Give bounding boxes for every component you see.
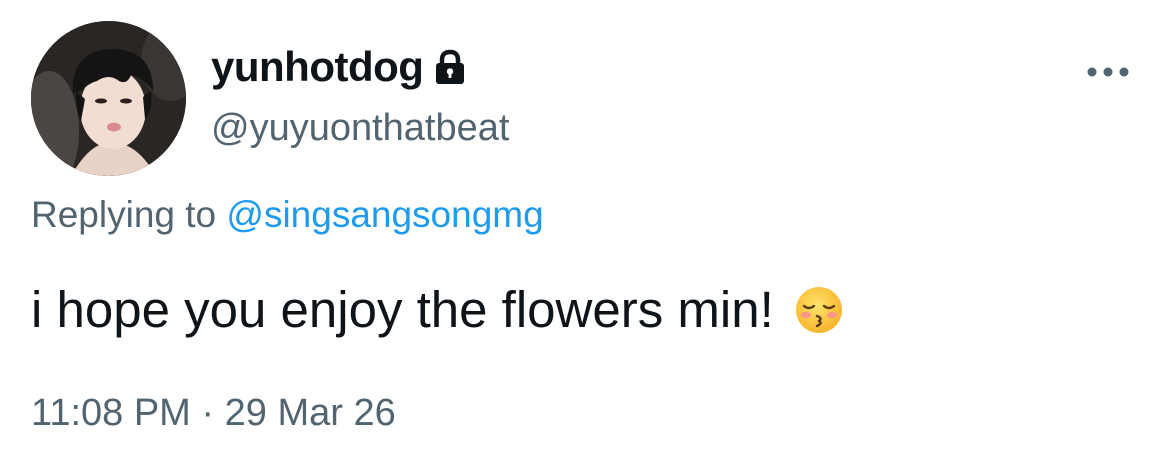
name-row: yunhotdog — [211, 40, 469, 94]
tweet-time: 11:08 PM — [31, 392, 191, 434]
replying-to-line: Replying to @singsangsongmg — [31, 194, 544, 236]
tweet-card: yunhotdog @yuyuonthatbeat Replying to @s… — [0, 0, 1170, 467]
more-options-button[interactable] — [1080, 55, 1136, 89]
avatar[interactable] — [31, 21, 186, 176]
more-horizontal-icon — [1087, 67, 1129, 77]
replying-to-label: Replying to — [31, 194, 217, 235]
tweet-text: i hope you enjoy the flowers min! — [31, 280, 844, 339]
reply-to-handle-link[interactable]: @singsangsongmg — [226, 194, 543, 235]
separator-dot: · — [201, 392, 215, 434]
tweet-body: i hope you enjoy the flowers min! — [31, 281, 774, 338]
user-handle[interactable]: @yuyuonthatbeat — [211, 107, 509, 150]
kissing-face-emoji-icon — [794, 285, 844, 335]
timestamp[interactable]: 11:08 PM · 29 Mar 26 — [31, 392, 396, 435]
tweet-date: 29 Mar 26 — [224, 392, 396, 434]
lock-icon — [431, 48, 469, 86]
display-name[interactable]: yunhotdog — [211, 43, 424, 91]
avatar-image — [31, 21, 186, 176]
